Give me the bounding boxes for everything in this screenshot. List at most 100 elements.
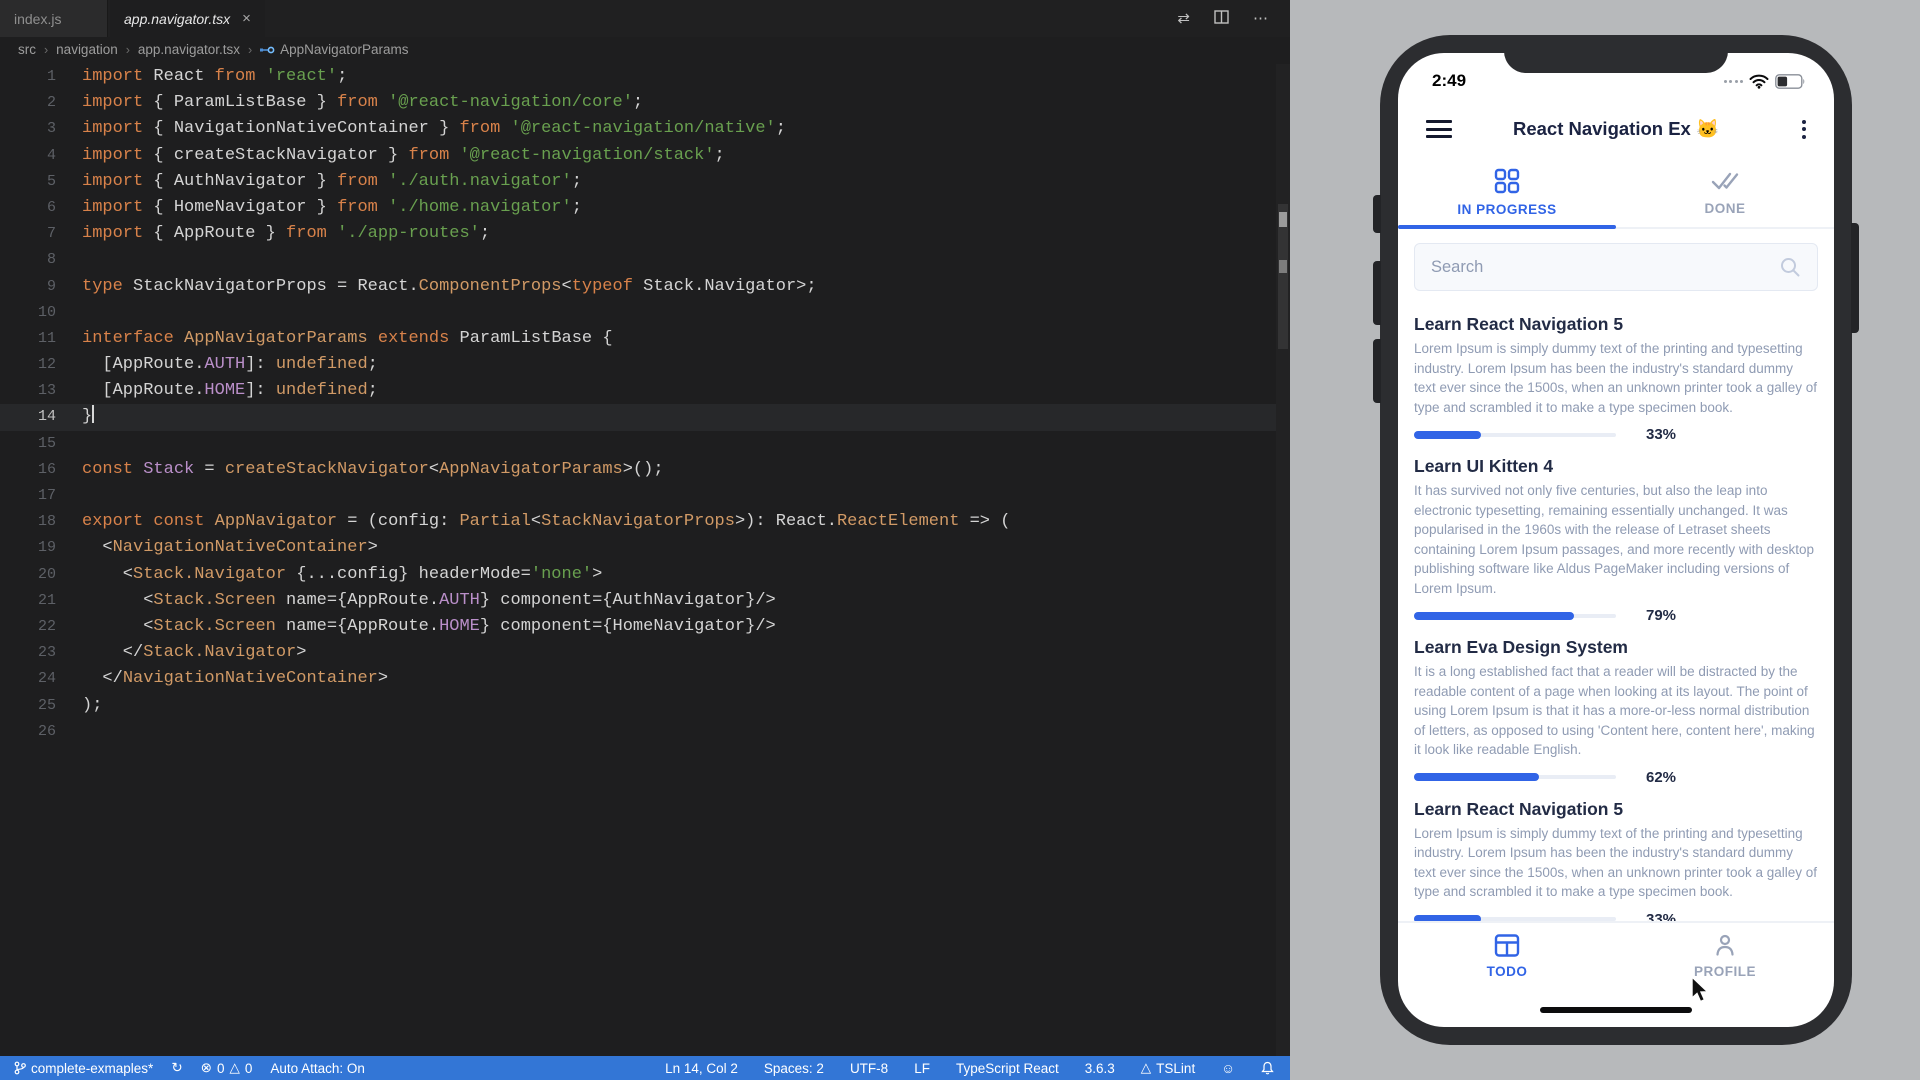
top-tab-bar: IN PROGRESS DONE — [1398, 157, 1834, 229]
code-line[interactable]: 6import { HomeNavigator } from './home.n… — [0, 195, 1276, 221]
line-content: import { NavigationNativeContainer } fro… — [56, 116, 786, 142]
editor-scrollbar[interactable] — [1276, 64, 1290, 1056]
code-line[interactable]: 17 — [0, 483, 1276, 509]
code-line[interactable]: 5import { AuthNavigator } from './auth.n… — [0, 169, 1276, 195]
code-line[interactable]: 15 — [0, 431, 1276, 457]
tab-in-progress[interactable]: IN PROGRESS — [1398, 157, 1616, 227]
progress-percent-label: 79% — [1646, 607, 1676, 624]
line-content: [AppRoute.HOME]: undefined; — [56, 378, 378, 404]
menu-icon[interactable] — [1426, 120, 1452, 138]
breadcrumb-item-src[interactable]: src — [18, 42, 36, 57]
task-description: Lorem Ipsum is simply dummy text of the … — [1414, 339, 1818, 417]
language-mode[interactable]: TypeScript React — [956, 1061, 1059, 1076]
line-number: 21 — [0, 588, 56, 614]
code-line[interactable]: 4import { createStackNavigator } from '@… — [0, 143, 1276, 169]
problems-indicator[interactable]: ⊗ 0 △ 0 — [201, 1060, 253, 1076]
eol-sequence[interactable]: LF — [914, 1061, 930, 1076]
code-line[interactable]: 25); — [0, 693, 1276, 719]
code-line[interactable]: 2import { ParamListBase } from '@react-n… — [0, 90, 1276, 116]
code-line[interactable]: 26 — [0, 719, 1276, 745]
status-time: 2:49 — [1432, 71, 1466, 91]
code-line[interactable]: 13 [AppRoute.HOME]: undefined; — [0, 378, 1276, 404]
sync-icon[interactable]: ↻ — [171, 1060, 182, 1076]
line-number: 12 — [0, 352, 56, 378]
task-item[interactable]: Learn React Navigation 5Lorem Ipsum is s… — [1414, 313, 1818, 443]
code-line[interactable]: 20 <Stack.Navigator {...config} headerMo… — [0, 562, 1276, 588]
phone-screen: 2:49 React Navigation Ex 🐱 — [1398, 53, 1834, 1027]
home-indicator[interactable] — [1540, 1007, 1692, 1013]
breadcrumb: src › navigation › app.navigator.tsx › A… — [0, 37, 1290, 62]
typescript-version[interactable]: 3.6.3 — [1085, 1061, 1115, 1076]
chevron-right-icon: › — [44, 43, 48, 57]
progress-track — [1414, 775, 1616, 779]
line-number: 9 — [0, 274, 56, 300]
line-number: 13 — [0, 378, 56, 404]
kebab-menu-icon[interactable] — [1780, 120, 1806, 139]
tab-index-js[interactable]: index.js — [0, 0, 108, 37]
line-number: 24 — [0, 666, 56, 692]
breadcrumb-item-navigation[interactable]: navigation — [56, 42, 118, 57]
code-line[interactable]: 11interface AppNavigatorParams extends P… — [0, 326, 1276, 352]
search-input[interactable]: Search — [1414, 243, 1818, 291]
line-number: 26 — [0, 719, 56, 745]
code-area[interactable]: 1import React from 'react';2import { Par… — [0, 64, 1276, 745]
wifi-icon — [1749, 74, 1769, 89]
git-branch-indicator[interactable]: complete-exmaples* — [14, 1061, 153, 1076]
chevron-right-icon: › — [248, 43, 252, 57]
line-content — [56, 719, 82, 745]
line-content: import { HomeNavigator } from './home.na… — [56, 195, 582, 221]
close-icon[interactable]: × — [242, 10, 251, 27]
split-editor-icon[interactable] — [1214, 10, 1229, 27]
code-line[interactable]: 18export const AppNavigator = (config: P… — [0, 509, 1276, 535]
code-line[interactable]: 19 <NavigationNativeContainer> — [0, 535, 1276, 561]
progress-track — [1414, 917, 1616, 921]
code-line[interactable]: 1import React from 'react'; — [0, 64, 1276, 90]
code-line[interactable]: 22 <Stack.Screen name={AppRoute.HOME} co… — [0, 614, 1276, 640]
encoding[interactable]: UTF-8 — [850, 1061, 888, 1076]
vscode-status-bar: complete-exmaples* ↻ ⊗ 0 △ 0 Auto Attach… — [0, 1056, 1290, 1080]
code-line[interactable]: 23 </Stack.Navigator> — [0, 640, 1276, 666]
line-number: 11 — [0, 326, 56, 352]
overview-ruler-mark — [1279, 260, 1287, 273]
open-changes-icon[interactable]: ⇄ — [1177, 11, 1190, 26]
feedback-smiley-icon[interactable]: ☺ — [1221, 1061, 1235, 1076]
task-item[interactable]: Learn Eva Design SystemIt is a long esta… — [1414, 636, 1818, 786]
bottom-tab-todo[interactable]: TODO — [1398, 933, 1616, 979]
line-content: import { ParamListBase } from '@react-na… — [56, 90, 643, 116]
volume-up-button — [1373, 261, 1381, 325]
code-line[interactable]: 9type StackNavigatorProps = React.Compon… — [0, 274, 1276, 300]
cursor-position[interactable]: Ln 14, Col 2 — [665, 1061, 738, 1076]
line-number: 23 — [0, 640, 56, 666]
tslint-indicator[interactable]: △ TSLint — [1141, 1060, 1195, 1076]
code-line[interactable]: 14} — [0, 404, 1276, 430]
screenshot-root: index.js app.navigator.tsx × ⇄ ⋯ src › n… — [0, 0, 1920, 1080]
editor-tab-bar: index.js app.navigator.tsx × ⇄ ⋯ — [0, 0, 1290, 37]
tab-done[interactable]: DONE — [1616, 157, 1834, 227]
phone-notch — [1504, 35, 1728, 73]
more-actions-icon[interactable]: ⋯ — [1253, 11, 1268, 26]
breadcrumb-symbol[interactable]: AppNavigatorParams — [260, 42, 408, 57]
auto-attach-indicator[interactable]: Auto Attach: On — [270, 1061, 365, 1076]
line-number: 22 — [0, 614, 56, 640]
desktop-background: 2:49 React Navigation Ex 🐱 — [1290, 0, 1920, 1080]
code-line[interactable]: 3import { NavigationNativeContainer } fr… — [0, 116, 1276, 142]
task-item[interactable]: Learn React Navigation 5Lorem Ipsum is s… — [1414, 798, 1818, 922]
line-number: 19 — [0, 535, 56, 561]
line-content: import { AppRoute } from './app-routes'; — [56, 221, 490, 247]
code-line[interactable]: 12 [AppRoute.AUTH]: undefined; — [0, 352, 1276, 378]
line-number: 17 — [0, 483, 56, 509]
code-line[interactable]: 21 <Stack.Screen name={AppRoute.AUTH} co… — [0, 588, 1276, 614]
code-line[interactable]: 7import { AppRoute } from './app-routes'… — [0, 221, 1276, 247]
code-line[interactable]: 24 </NavigationNativeContainer> — [0, 666, 1276, 692]
bottom-tab-profile[interactable]: PROFILE — [1616, 933, 1834, 979]
breadcrumb-item-file[interactable]: app.navigator.tsx — [138, 42, 240, 57]
chevron-right-icon: › — [126, 43, 130, 57]
warning-triangle-icon: △ — [1141, 1060, 1151, 1076]
code-line[interactable]: 10 — [0, 300, 1276, 326]
task-item[interactable]: Learn UI Kitten 4It has survived not onl… — [1414, 455, 1818, 624]
tab-app-navigator-tsx[interactable]: app.navigator.tsx × — [110, 0, 265, 37]
code-line[interactable]: 16const Stack = createStackNavigator<App… — [0, 457, 1276, 483]
code-line[interactable]: 8 — [0, 247, 1276, 273]
indentation[interactable]: Spaces: 2 — [764, 1061, 824, 1076]
notifications-bell-icon[interactable] — [1261, 1061, 1274, 1075]
